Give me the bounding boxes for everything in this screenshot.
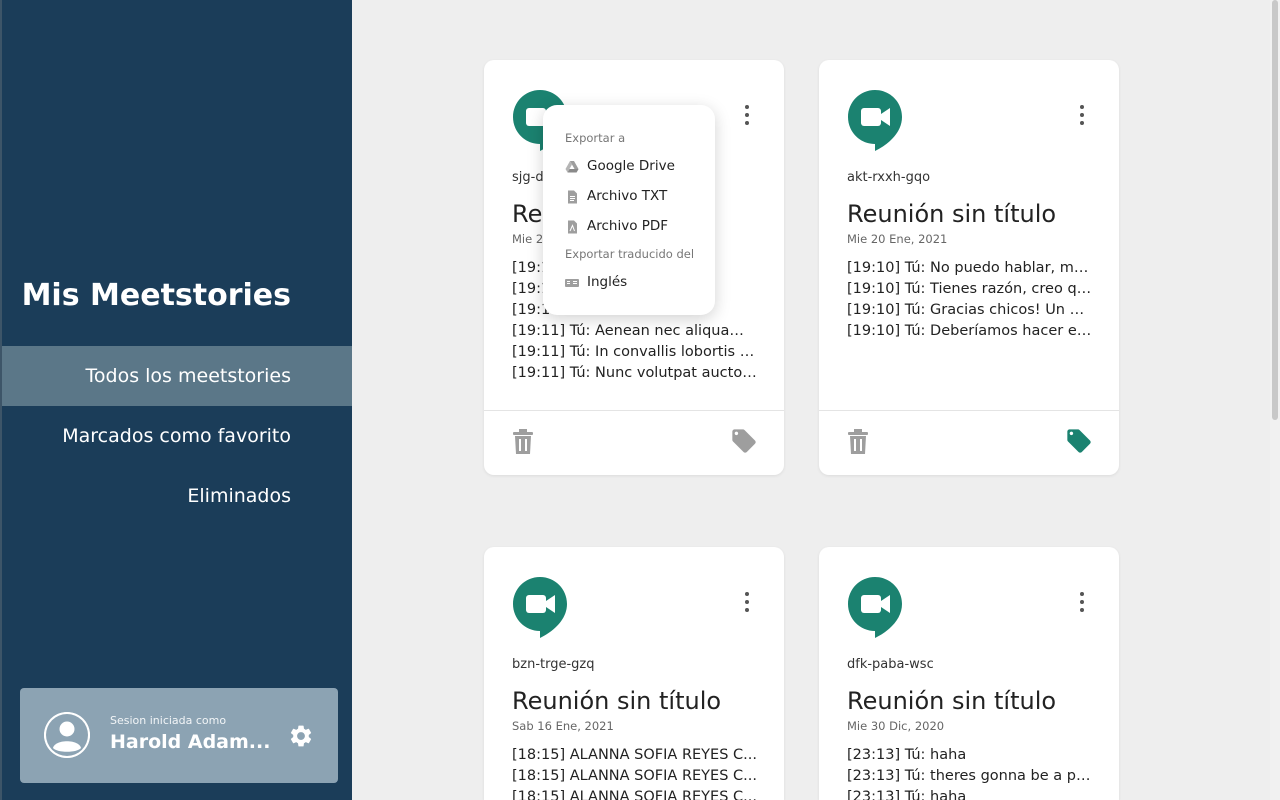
meeting-code: dfk-paba-wsc: [847, 657, 934, 672]
more-options-icon[interactable]: [1075, 103, 1089, 127]
avatar-icon: [44, 712, 90, 758]
transcript-line: [19:11] Tú: In convallis lobortis di...: [512, 344, 757, 360]
export-txt[interactable]: Archivo TXT: [565, 184, 705, 208]
more-options-icon[interactable]: [740, 590, 754, 614]
transcript-line: [18:15] ALANNA SOFIA REYES C...: [512, 747, 757, 763]
nav-item-deleted[interactable]: Eliminados: [2, 466, 352, 526]
export-translated-english[interactable]: Inglés: [565, 270, 705, 294]
transcript-list: [23:13] Tú: haha [23:13] Tú: theres gonn…: [847, 745, 1092, 800]
transcript-list: [19:10] Tú: No puedo hablar, mi ... [19:…: [847, 258, 1092, 342]
meeting-title: Reunión sin título: [847, 687, 1057, 715]
meeting-code: sjg-d: [512, 170, 544, 185]
tag-icon-active[interactable]: [1065, 427, 1093, 455]
nav-item-favorites[interactable]: Marcados como favorito: [2, 406, 352, 466]
meeting-date: Sab 16 Ene, 2021: [512, 719, 614, 733]
translate-header: Exportar traducido del: [565, 247, 695, 261]
trash-icon[interactable]: [512, 429, 534, 455]
google-meet-icon: [847, 88, 903, 152]
pdf-file-icon: [565, 219, 579, 234]
google-drive-icon: [565, 159, 579, 173]
google-meet-icon: [512, 575, 568, 639]
transcript-line: [23:13] Tú: haha: [847, 747, 967, 763]
meeting-date: Mie 30 Dic, 2020: [847, 719, 945, 733]
transcript-line: [18:15] ALANNA SOFIA REYES C...: [512, 768, 757, 784]
settings-gear-icon[interactable]: [288, 723, 314, 749]
menu-item-label: Archivo PDF: [587, 218, 669, 234]
transcript-line: [19:11] Tú: Aenean nec aliquam ...: [512, 323, 757, 339]
tag-icon[interactable]: [730, 427, 758, 455]
card-footer: [819, 410, 1119, 475]
trash-icon[interactable]: [847, 429, 869, 455]
card-footer: [484, 410, 784, 475]
export-google-drive[interactable]: Google Drive: [565, 154, 705, 178]
more-options-icon[interactable]: [740, 103, 754, 127]
scrollbar-thumb[interactable]: [1272, 0, 1278, 420]
meeting-code: akt-rxxh-gqo: [847, 170, 931, 185]
sidebar-nav: Todos los meetstories Marcados como favo…: [2, 346, 352, 526]
transcript-list: [18:15] ALANNA SOFIA REYES C... [18:15] …: [512, 745, 757, 800]
google-meet-icon: [847, 575, 903, 639]
meetstory-card[interactable]: akt-rxxh-gqo Reunión sin título Mie 20 E…: [819, 60, 1119, 475]
meeting-code: bzn-trge-gzq: [512, 657, 595, 672]
meeting-title: Reunión sin título: [847, 200, 1057, 228]
transcript-line: [23:13] Tú: theres gonna be a pa...: [847, 768, 1092, 784]
export-header: Exportar a: [565, 131, 626, 145]
translate-icon: [565, 275, 579, 289]
txt-file-icon: [565, 189, 579, 204]
transcript-line: [18:15] ALANNA SOFIA REYES C...: [512, 789, 757, 800]
app-title: Mis Meetstories: [21, 278, 291, 313]
transcript-line: [19:11] Tú: Nunc volutpat auctor ...: [512, 365, 757, 381]
meeting-title: Reunión sin título: [512, 687, 722, 715]
user-name: Harold Adam...: [110, 731, 271, 753]
user-panel: Sesion iniciada como Harold Adam...: [20, 688, 338, 783]
more-options-icon[interactable]: [1075, 590, 1089, 614]
transcript-line: [19:10] Tú: Deberíamos hacer est...: [847, 323, 1092, 339]
transcript-line: [23:13] Tú: haha: [847, 789, 967, 800]
user-caption: Sesion iniciada como: [110, 714, 227, 727]
export-menu: Exportar a Google Drive Archivo TXT Arch…: [543, 105, 715, 315]
transcript-line: [19:10] Tú: Gracias chicos! Un ab...: [847, 302, 1092, 318]
nav-item-all[interactable]: Todos los meetstories: [2, 346, 352, 406]
menu-item-label: Inglés: [587, 274, 628, 290]
menu-item-label: Archivo TXT: [587, 188, 668, 204]
meetstory-card[interactable]: bzn-trge-gzq Reunión sin título Sab 16 E…: [484, 547, 784, 800]
scrollbar[interactable]: [1270, 0, 1280, 800]
export-pdf[interactable]: Archivo PDF: [565, 214, 705, 238]
menu-item-label: Google Drive: [587, 158, 675, 174]
transcript-line: [19:10] Tú: Tienes razón, creo qu...: [847, 281, 1092, 297]
transcript-line: [19:10] Tú: No puedo hablar, mi ...: [847, 260, 1092, 276]
meeting-date: Mie 20 Ene, 2021: [847, 232, 948, 246]
sidebar: Mis Meetstories Todos los meetstories Ma…: [0, 0, 352, 800]
meetstory-card[interactable]: dfk-paba-wsc Reunión sin título Mie 30 D…: [819, 547, 1119, 800]
